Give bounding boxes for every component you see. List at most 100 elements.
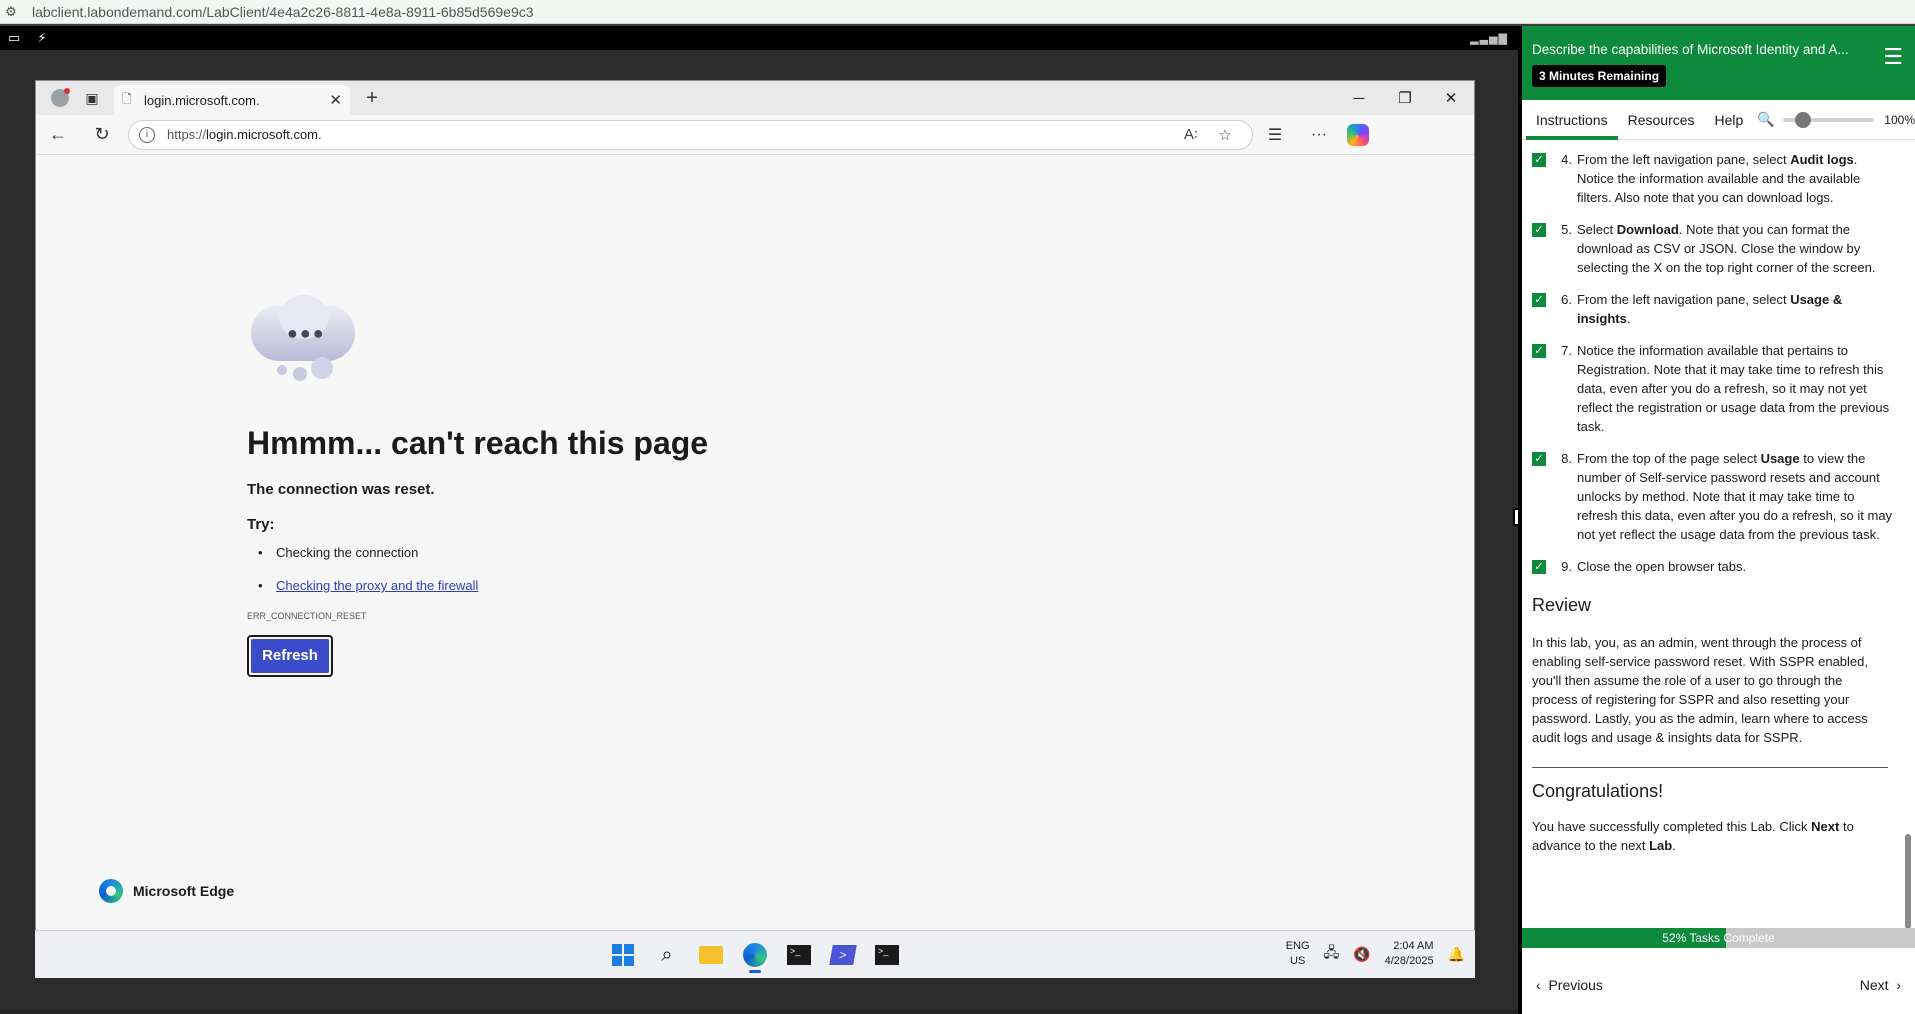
close-tab-icon[interactable]: ✕ [329, 91, 342, 109]
favorite-star-icon[interactable]: ☆ [1208, 126, 1242, 144]
step-number: 4. [1561, 152, 1572, 167]
divider [1532, 767, 1888, 768]
favorites-icon[interactable]: ☰ [1253, 125, 1297, 145]
more-options-icon[interactable]: ··· [1297, 126, 1341, 144]
command-prompt-icon[interactable]: >_ [781, 937, 817, 973]
step-checkbox[interactable]: ✓ [1532, 560, 1546, 574]
file-explorer-icon[interactable] [693, 937, 729, 973]
progress-bar: 52% Tasks Complete [1522, 928, 1915, 948]
zoom-search-icon[interactable]: 🔍 [1757, 111, 1774, 128]
step-item: ✓ 6. From the left navigation pane, select… [1526, 290, 1896, 328]
notification-bell-icon[interactable]: 🔔 [1448, 946, 1465, 963]
read-aloud-icon[interactable]: A꞉ [1174, 126, 1208, 143]
zoom-value: 100% [1884, 112, 1915, 127]
lightning-icon[interactable]: ⚡ [28, 30, 56, 46]
next-button[interactable]: Next › [1860, 977, 1901, 993]
language-indicator[interactable]: ENG US [1286, 939, 1310, 969]
try-label: Try: [247, 516, 275, 533]
error-page: ●●● Hmmm... can't reach this page The co… [36, 155, 1474, 930]
zoom-slider-knob[interactable] [1794, 111, 1811, 128]
scroll-thumb[interactable] [1905, 834, 1911, 929]
congrats-text: You have successfully completed this Lab… [1532, 817, 1890, 855]
proxy-firewall-link[interactable]: Checking the proxy and the firewall [276, 578, 478, 593]
host-url: labclient.labondemand.com/LabClient/4e4a… [32, 3, 534, 20]
site-settings-icon[interactable]: ⚙ [0, 4, 22, 20]
step-text: Select Download. Note that you can forma… [1577, 220, 1896, 277]
vm-toolbar: ▭ ⚡ ▂▃▅▇ [0, 26, 1518, 50]
previous-button[interactable]: ‹ Previous [1536, 977, 1603, 993]
start-button[interactable] [605, 937, 641, 973]
step-item: ✓ 5. Select Download. Note that you can fo… [1526, 220, 1896, 277]
step-item: ✓ 8. From the top of the page select Usage… [1526, 449, 1896, 544]
review-heading: Review [1532, 595, 1592, 615]
step-checkbox[interactable]: ✓ [1532, 293, 1546, 307]
window-controls: ─ ❐ ✕ [1336, 81, 1474, 115]
error-title: Hmmm... can't reach this page [247, 425, 709, 461]
edge-logo-icon [99, 879, 123, 903]
copilot-icon[interactable] [1347, 123, 1369, 146]
signal-icon: ▂▃▅▇ [1470, 32, 1508, 45]
search-icon[interactable]: ⌕ [649, 937, 685, 973]
panel-tabs: Instructions Resources Help 🔍 100% [1522, 100, 1915, 140]
refresh-button-label: Refresh [251, 639, 329, 673]
tab-resources[interactable]: Resources [1618, 100, 1705, 140]
tab-help[interactable]: Help [1705, 100, 1754, 140]
congrats-heading: Congratulations! [1532, 781, 1664, 801]
step-text-post: Close the open browser tabs. [1577, 559, 1747, 574]
step-checkbox[interactable]: ✓ [1532, 344, 1546, 358]
step-number: 5. [1561, 222, 1572, 237]
step-checkbox[interactable]: ✓ [1532, 153, 1546, 167]
congrats-lab: Lab [1649, 838, 1673, 853]
edge-taskbar-icon[interactable] [737, 937, 773, 973]
info-icon[interactable]: i [139, 126, 155, 143]
refresh-button[interactable]: Refresh [247, 635, 333, 677]
profile-button[interactable] [44, 84, 76, 112]
powershell-icon[interactable]: > [825, 937, 861, 973]
page-error-icon: 🗋 [122, 91, 132, 106]
network-icon[interactable]: 🖧 [1324, 942, 1340, 966]
step-number: 9. [1561, 559, 1572, 574]
minimize-icon[interactable]: ─ [1336, 90, 1382, 107]
host-address-bar[interactable]: ⚙ labclient.labondemand.com/LabClient/4e… [0, 0, 1915, 24]
clock-time: 2:04 AM [1393, 940, 1434, 952]
volume-muted-icon[interactable]: 🔇 [1353, 946, 1370, 963]
edge-brand-label: Microsoft Edge [133, 883, 235, 899]
taskbar: ⌕ >_ > >_ ENG US 🖧 🔇 2:04 AM 4/28/2025 🔔 [35, 930, 1475, 978]
clock[interactable]: 2:04 AM 4/28/2025 [1385, 939, 1434, 969]
step-text-bold: Audit logs [1790, 152, 1854, 167]
step-checkbox[interactable]: ✓ [1532, 223, 1546, 237]
review-text: In this lab, you, as an admin, went thro… [1532, 635, 1868, 745]
step-number: 7. [1561, 343, 1572, 358]
tab-actions-icon[interactable]: ▣ [76, 84, 108, 112]
step-text-pre: Select [1577, 222, 1617, 237]
browser-tab[interactable]: 🗋 login.microsoft.com. ✕ [114, 85, 350, 115]
close-window-icon[interactable]: ✕ [1428, 89, 1474, 107]
refresh-icon[interactable]: ↻ [80, 124, 124, 145]
suggestion-item: Checking the connection [258, 545, 478, 578]
step-text: Notice the information available that pe… [1577, 341, 1896, 436]
address-bar[interactable]: i https://login.microsoft.com. A꞉ ☆ [128, 119, 1253, 150]
step-text: From the top of the page select Usage to… [1577, 449, 1896, 544]
lang-region: US [1290, 955, 1306, 967]
monitor-icon[interactable]: ▭ [0, 30, 28, 46]
panel-header: Describe the capabilities of Microsoft I… [1522, 26, 1915, 100]
windows-logo-icon [612, 944, 634, 966]
step-checkbox[interactable]: ✓ [1532, 452, 1546, 466]
step-item: ✓ 7. Notice the information available that… [1526, 341, 1896, 436]
lab-panel: Describe the capabilities of Microsoft I… [1518, 26, 1915, 1014]
restore-icon[interactable]: ❐ [1382, 89, 1428, 107]
next-label: Next [1859, 977, 1889, 993]
terminal-icon[interactable]: >_ [869, 937, 905, 973]
tab-title: login.microsoft.com. [144, 92, 260, 108]
progress-label: 52% Tasks Complete [1662, 931, 1775, 945]
panel-scrollbar[interactable] [1905, 144, 1911, 944]
edge-brand: Microsoft Edge [99, 879, 234, 903]
step-text-pre: From the top of the page select [1577, 451, 1761, 466]
back-icon[interactable]: ← [36, 124, 80, 145]
zoom-slider[interactable] [1782, 111, 1875, 128]
new-tab-button[interactable]: + [358, 87, 386, 110]
tab-instructions[interactable]: Instructions [1526, 100, 1618, 140]
step-text: From the left navigation pane, select Us… [1577, 290, 1896, 328]
step-text-pre: From the left navigation pane, select [1577, 152, 1791, 167]
menu-icon[interactable]: ☰ [1883, 44, 1903, 70]
